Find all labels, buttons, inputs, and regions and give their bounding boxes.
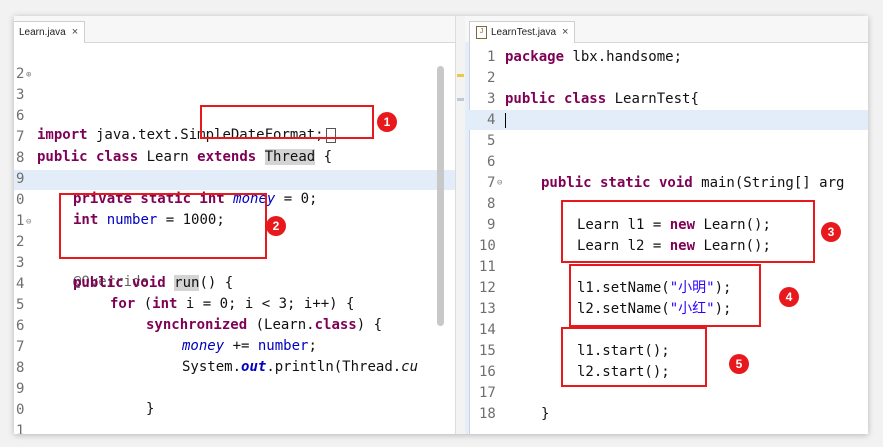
line-number: 8 [487, 196, 496, 212]
code-line: 1 } [14, 401, 455, 434]
code-line: 9 private static int money = 0; [14, 149, 455, 207]
fold-collapse-icon[interactable]: ⊖ [26, 212, 31, 232]
code-line: 6 money += number; [14, 296, 455, 354]
callout-badge-5: 5 [729, 354, 749, 374]
code-line: 1 package lbx.handsome; [465, 47, 868, 67]
editor-window: Learn.java × 2 3 ⊕ import java.text.Simpl… [14, 16, 868, 434]
callout-badge-1: 1 [377, 112, 397, 132]
callout-badge-4: 4 [779, 287, 799, 307]
tab-label: LearnTest.java [491, 27, 557, 38]
code-line: 2 [465, 68, 868, 88]
fold-expand-icon[interactable]: ⊕ [26, 65, 31, 85]
left-vertical-scrollbar[interactable] [437, 66, 444, 326]
line-number: 2 [487, 70, 496, 86]
code-line: 6 [465, 152, 868, 172]
line-number: 11 [479, 259, 496, 275]
line-number: 14 [479, 322, 496, 338]
line-number: 1 [487, 49, 496, 65]
code-line: 5 [465, 131, 868, 151]
overview-warning-marker[interactable] [457, 74, 464, 77]
line-number: 1 [16, 423, 25, 434]
callout-box-5 [561, 327, 707, 387]
left-tab-bar: Learn.java × [14, 16, 455, 43]
code-line: 6 [14, 86, 455, 124]
callout-badge-2: 2 [266, 216, 286, 236]
line-number: 6 [487, 154, 496, 170]
line-number: 10 [479, 238, 496, 254]
line-number: 13 [479, 301, 496, 317]
fold-collapse-icon[interactable]: ⊖ [497, 173, 502, 193]
close-icon[interactable]: × [72, 26, 78, 38]
line-number: 12 [479, 280, 496, 296]
callout-badge-3: 3 [821, 222, 841, 242]
line-number: 9 [487, 217, 496, 233]
code-line: 3 ⊕ import java.text.SimpleDateFormat; [14, 65, 455, 143]
line-number: 18 [479, 406, 496, 422]
callout-box-2 [59, 193, 267, 259]
keyword: public static void [541, 175, 693, 191]
code-text: lbx.handsome; [564, 49, 683, 65]
keyword: package [505, 49, 565, 65]
close-icon[interactable]: × [562, 26, 568, 38]
code-text: main(String[] arg [692, 175, 845, 191]
code-line: 7 System.out.println(Thread.cu [14, 317, 455, 375]
overview-marker[interactable] [457, 98, 464, 101]
code-line: 7 ⊖ public static void main(String[] arg [465, 173, 868, 193]
line-number: 16 [479, 364, 496, 380]
line-number: 3 [487, 91, 496, 107]
left-editor-pane: Learn.java × 2 3 ⊕ import java.text.Simpl… [14, 16, 455, 434]
line-number: 4 [487, 112, 496, 128]
tab-label: Learn.java [19, 27, 66, 38]
code-line: 18} [465, 404, 868, 424]
line-number: 17 [479, 385, 496, 401]
tab-learntest-java[interactable]: J LearnTest.java × [469, 21, 576, 43]
code-line: 5 synchronized (Learn.class) { [14, 275, 455, 333]
callout-box-4 [569, 264, 761, 327]
code-line: 4 [465, 110, 868, 130]
callout-box-3 [561, 200, 815, 263]
code-line: 9 } [14, 359, 455, 417]
callout-box-1 [200, 105, 374, 139]
keyword: public class [505, 91, 607, 107]
code-line: 3 public class LearnTest{ [465, 89, 868, 109]
line-number: 15 [479, 343, 496, 359]
code-line: 0 int number = 1000; [14, 170, 455, 228]
java-file-icon: J [476, 25, 487, 39]
tab-learn-java[interactable]: Learn.java × [14, 21, 86, 43]
line-number: 7 [487, 175, 496, 191]
right-editor-pane: J LearnTest.java × 1 package lbx.handsome; … [465, 16, 868, 434]
line-number: 5 [487, 133, 496, 149]
code-text: } [541, 406, 550, 422]
right-tab-bar: J LearnTest.java × [465, 16, 868, 43]
code-line: 8 [14, 338, 455, 376]
code-line: 2 [14, 44, 455, 82]
code-line: 0 [14, 380, 455, 418]
code-text: LearnTest{ [606, 91, 699, 107]
